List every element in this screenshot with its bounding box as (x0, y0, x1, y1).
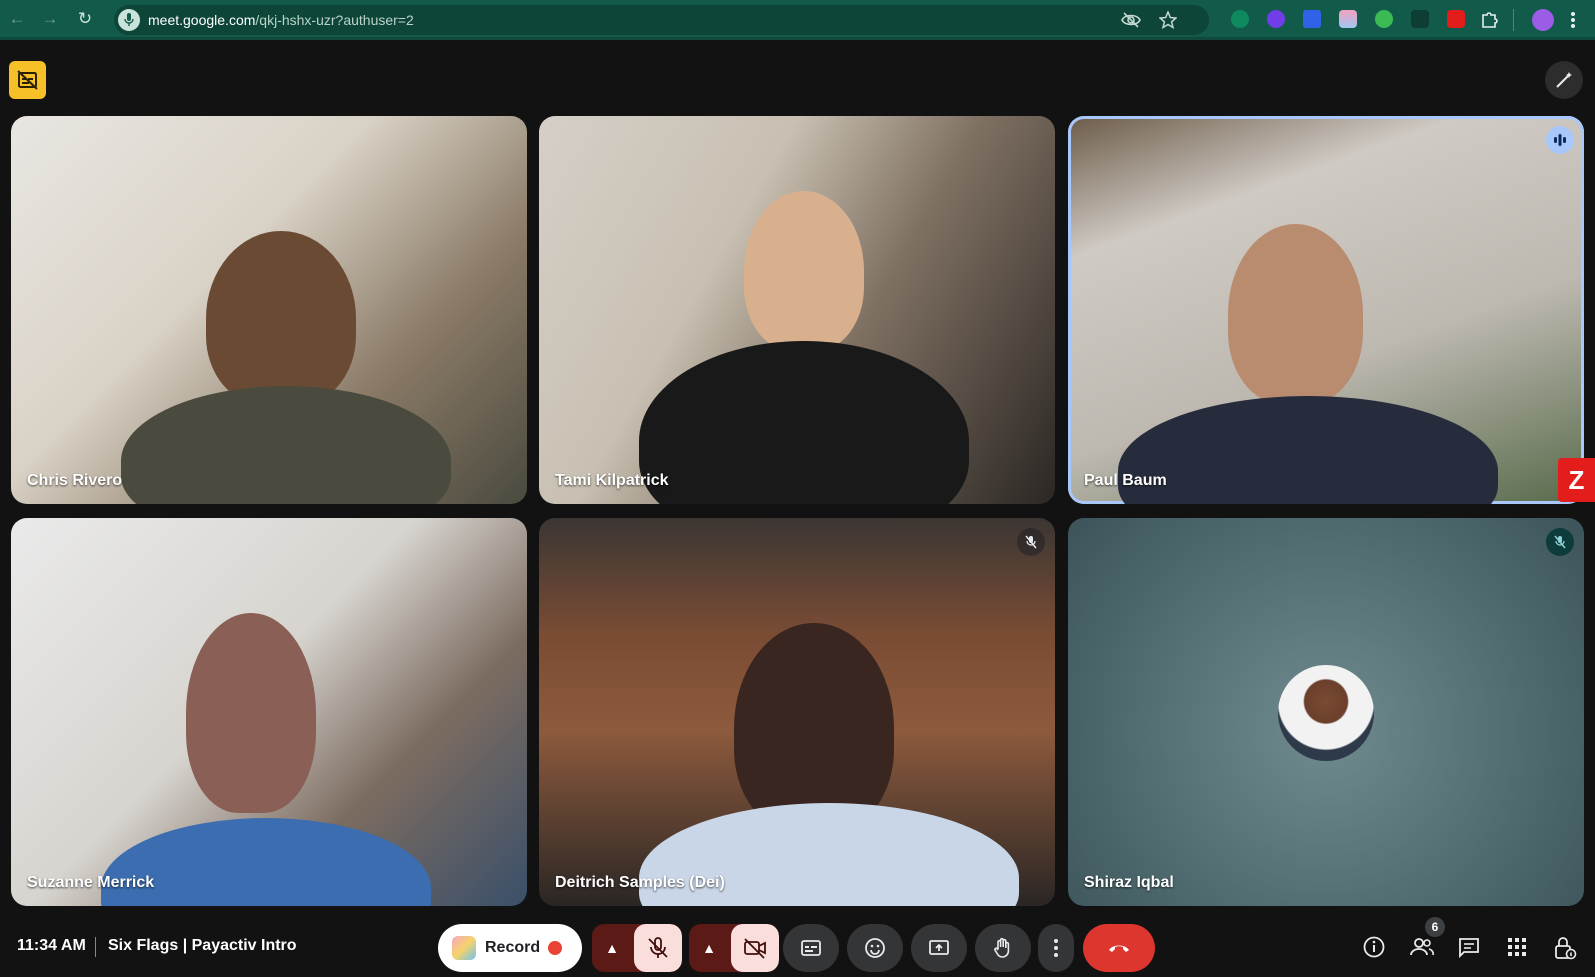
participant-tile[interactable]: Tami Kilpatrick (539, 116, 1055, 504)
participant-video-body (101, 818, 431, 906)
more-options-button[interactable] (1038, 924, 1074, 972)
participant-video (1228, 224, 1363, 404)
camera-control: ▲ (689, 924, 779, 972)
shield-extension-icon[interactable] (1303, 10, 1321, 28)
zoominfo-side-widget-icon[interactable]: Z (1558, 458, 1595, 502)
end-call-icon (1109, 945, 1129, 952)
record-button[interactable]: Record (438, 924, 582, 972)
url-host: meet.google.com (148, 12, 256, 28)
video-options-chevron-icon[interactable]: ▲ (689, 924, 729, 972)
mic-off-icon (1554, 535, 1566, 549)
browser-toolbar: ← → ↻ meet.google.com/qkj-hshx-uzr?authu… (0, 0, 1595, 40)
present-screen-icon (929, 940, 949, 955)
mic-off-icon (1025, 535, 1037, 549)
present-screen-button[interactable] (911, 924, 967, 972)
record-label: Record (485, 939, 541, 956)
eye-off-icon[interactable] (1121, 11, 1141, 29)
speaking-indicator-icon (1546, 126, 1574, 154)
participant-video (744, 191, 864, 351)
participant-video (206, 231, 356, 406)
extension-icon[interactable] (1411, 10, 1429, 28)
sparkle-pen-icon (1556, 72, 1572, 88)
extension-icon[interactable] (1267, 10, 1285, 28)
meeting-title: Six Flags | Payactiv Intro (108, 937, 297, 954)
screen-recorder-extension-icon[interactable] (1339, 10, 1357, 28)
mic-off-icon (648, 937, 668, 958)
mic-toggle-button[interactable] (634, 924, 682, 972)
extension-icon[interactable] (1375, 10, 1393, 28)
raise-hand-button[interactable] (975, 924, 1031, 972)
recorder-extension-icon (452, 936, 476, 960)
participant-video (186, 613, 316, 813)
url-text: meet.google.com/qkj-hshx-uzr?authuser=2 (148, 12, 414, 28)
participant-name: Suzanne Merrick (27, 874, 155, 891)
captions-button[interactable] (783, 924, 839, 972)
extensions-puzzle-icon[interactable] (1480, 9, 1500, 29)
chat-icon[interactable] (1457, 935, 1481, 959)
participant-tile-active-speaker[interactable]: Paul Baum (1068, 116, 1584, 504)
participant-avatar (1278, 665, 1374, 761)
participant-video (734, 623, 894, 833)
participant-name: Chris Rivero (27, 472, 123, 489)
host-controls-lock-icon[interactable] (1553, 935, 1577, 961)
address-bar[interactable]: meet.google.com/qkj-hshx-uzr?authuser=2 (114, 5, 1209, 35)
mic-permission-icon[interactable] (118, 9, 140, 31)
participant-name: Tami Kilpatrick (555, 472, 669, 489)
participant-name: Paul Baum (1084, 472, 1167, 489)
participant-tile[interactable]: Suzanne Merrick (11, 518, 527, 906)
muted-indicator (1017, 528, 1045, 556)
url-path: /qkj-hshx-uzr?authuser=2 (255, 12, 414, 28)
participant-tile-camera-off[interactable]: Shiraz Iqbal (1068, 518, 1584, 906)
footer-divider (95, 937, 96, 957)
participant-tile[interactable]: Chris Rivero (11, 116, 527, 504)
profile-avatar[interactable] (1532, 9, 1554, 31)
participant-name: Deitrich Samples (Dei) (555, 874, 725, 891)
closed-captions-icon (801, 940, 821, 956)
participant-video-body (121, 386, 451, 504)
participant-name: Shiraz Iqbal (1084, 874, 1174, 891)
more-vert-icon (1054, 939, 1058, 957)
muted-indicator (1546, 528, 1574, 556)
participant-count-badge: 6 (1425, 917, 1445, 937)
reload-icon[interactable]: ↻ (74, 8, 96, 30)
browser-menu-icon[interactable] (1570, 11, 1576, 29)
toolbar-divider (1513, 9, 1514, 31)
visual-effects-button[interactable] (1545, 61, 1583, 99)
emoji-icon (865, 938, 885, 958)
participant-video-body (639, 341, 969, 504)
camera-off-icon (744, 938, 766, 959)
people-icon[interactable] (1409, 935, 1435, 959)
activities-grid-icon[interactable] (1505, 935, 1529, 959)
meeting-details-info-icon[interactable] (1362, 935, 1386, 959)
zoominfo-extension-icon[interactable] (1447, 10, 1465, 28)
star-icon[interactable] (1159, 11, 1177, 29)
microphone-control: ▲ (592, 924, 682, 972)
closed-captions-off-icon (17, 70, 38, 90)
camera-toggle-button[interactable] (731, 924, 779, 972)
leave-call-button[interactable] (1083, 924, 1155, 972)
meeting-clock: 11:34 AM (17, 937, 86, 954)
participant-video-body (1118, 396, 1498, 504)
grammarly-extension-icon[interactable] (1231, 10, 1249, 28)
participant-tile[interactable]: Deitrich Samples (Dei) (539, 518, 1055, 906)
audio-options-chevron-icon[interactable]: ▲ (592, 924, 632, 972)
record-dot-icon (548, 941, 562, 955)
reactions-button[interactable] (847, 924, 903, 972)
forward-icon[interactable]: → (39, 8, 61, 30)
raise-hand-icon (994, 937, 1010, 958)
captions-off-badge[interactable] (9, 61, 46, 99)
back-icon[interactable]: ← (6, 8, 28, 30)
